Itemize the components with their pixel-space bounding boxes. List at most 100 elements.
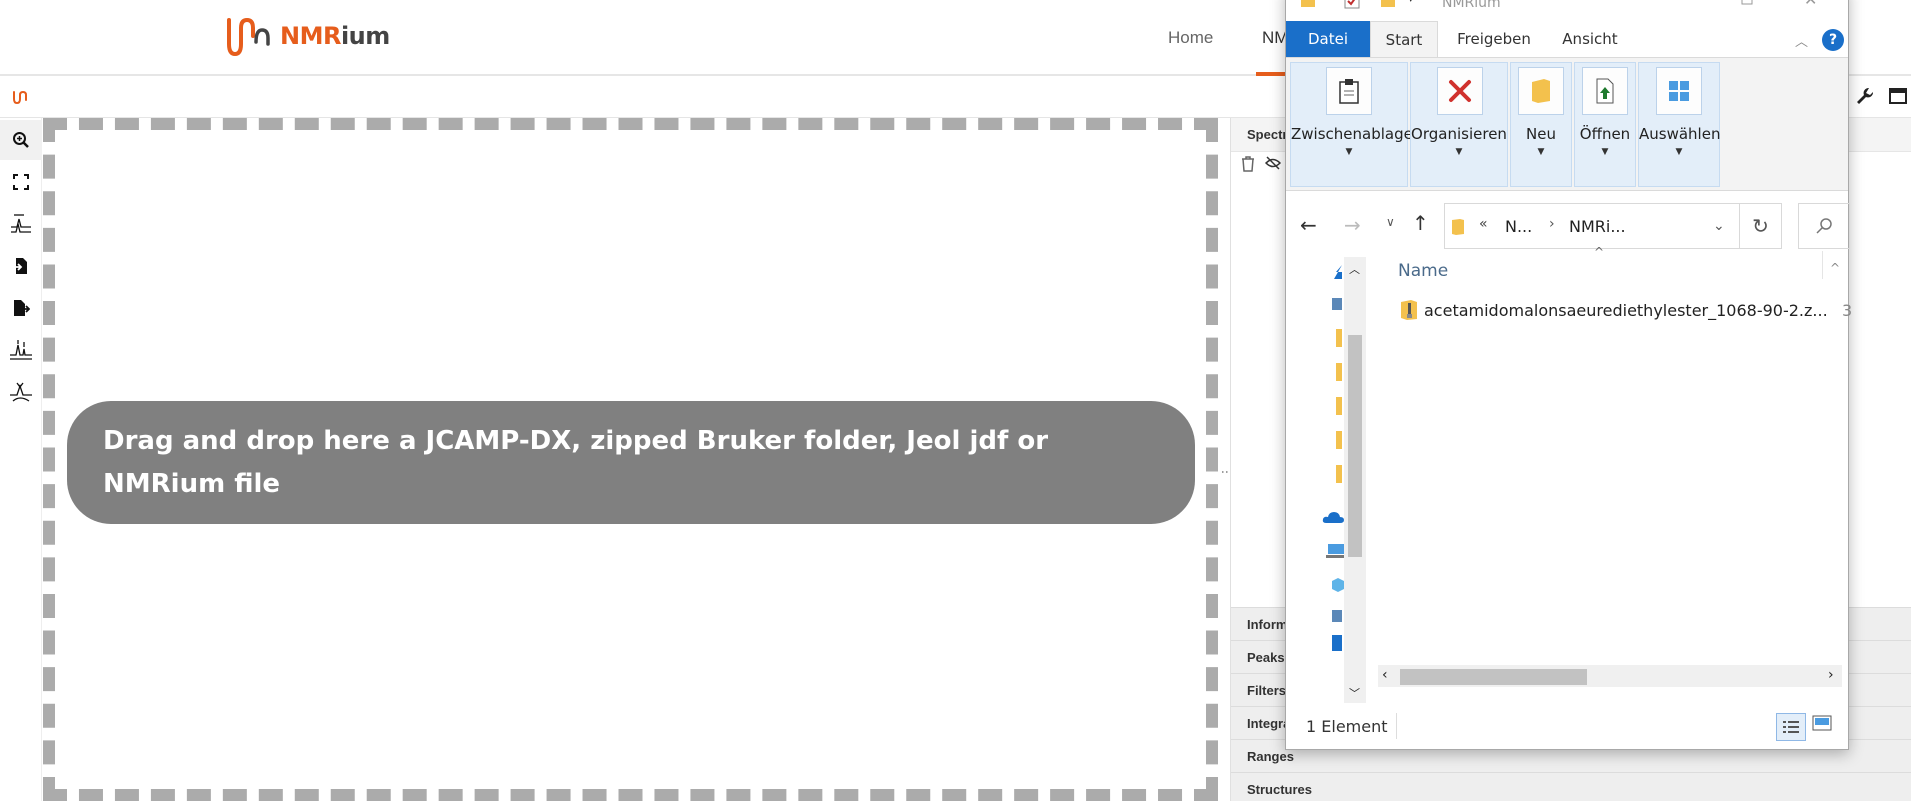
hide-icon[interactable] <box>1264 156 1282 177</box>
properties-icon[interactable] <box>1344 0 1360 13</box>
peak-picking-icon[interactable] <box>0 330 42 370</box>
close-icon[interactable]: ✕ <box>1804 0 1817 9</box>
tab-ansicht[interactable]: Ansicht <box>1550 21 1630 57</box>
clipboard-group[interactable]: Zwischenablage ▼ <box>1290 62 1413 187</box>
folder-icon <box>1300 0 1316 12</box>
status-divider <box>1396 713 1397 739</box>
nmrium-small-logo-icon[interactable] <box>12 88 30 111</box>
spectra-panel-toolbar <box>1241 156 1282 177</box>
minimize-icon[interactable] <box>1740 0 1754 10</box>
breadcrumb-item[interactable]: NMRi... <box>1569 217 1626 236</box>
details-view-icon[interactable] <box>1776 713 1806 741</box>
search-icon <box>1816 218 1832 234</box>
sort-indicator-icon: ^ <box>1594 245 1605 259</box>
folder-icon[interactable] <box>1336 329 1342 351</box>
column-header-next[interactable]: ^ <box>1830 261 1840 275</box>
scroll-left-icon[interactable]: ‹ <box>1382 667 1388 683</box>
open-group[interactable]: Öffnen ▼ <box>1574 62 1636 187</box>
3d-objects-icon[interactable] <box>1332 577 1344 596</box>
refresh-icon[interactable]: ↻ <box>1740 203 1782 249</box>
item-count: 1 Element <box>1306 717 1388 736</box>
brand-name: NMRium <box>280 22 390 50</box>
ribbon-tabs: Datei Start Freigeben Ansicht ︿ ? <box>1286 21 1848 57</box>
drop-zone-message: Drag and drop here a JCAMP-DX, zipped Br… <box>67 401 1195 524</box>
address-overflow[interactable]: « <box>1479 216 1488 232</box>
export-icon[interactable] <box>0 288 42 328</box>
select-all-icon <box>1656 67 1702 115</box>
explorer-title-bar[interactable]: ▾ NMRium ✕ <box>1286 0 1848 21</box>
file-list-scrollbar[interactable]: ‹ › <box>1378 665 1842 687</box>
file-explorer-window[interactable]: ▾ NMRium ✕ Datei Start Freigeben Ansicht… <box>1285 0 1852 750</box>
organize-label: Organisieren <box>1411 125 1507 143</box>
file-row[interactable]: acetamidomalonsaeurediethylester_1068-90… <box>1390 297 1852 325</box>
tab-freigeben[interactable]: Freigeben <box>1444 21 1544 57</box>
status-bar: 1 Element <box>1286 705 1848 749</box>
import-icon[interactable] <box>0 246 42 286</box>
breadcrumb-separator-icon: › <box>1549 216 1555 232</box>
chevron-down-icon: ▼ <box>1537 147 1545 157</box>
back-icon[interactable]: ← <box>1300 213 1317 237</box>
recent-locations-icon[interactable]: ∨ <box>1386 215 1395 229</box>
chevron-down-icon: ▼ <box>1601 147 1609 157</box>
trash-icon[interactable] <box>1241 156 1255 177</box>
zoom-icon[interactable] <box>0 120 42 160</box>
new-folder-large-icon <box>1518 67 1564 115</box>
help-icon[interactable]: ? <box>1822 29 1844 51</box>
structures-panel-header[interactable]: Structures <box>1231 772 1911 801</box>
up-icon[interactable]: ↑ <box>1412 211 1429 235</box>
search-input[interactable] <box>1798 203 1850 249</box>
folder-icon[interactable] <box>1336 465 1342 487</box>
quick-access-icon[interactable] <box>1332 263 1342 285</box>
select-label: Auswählen <box>1639 125 1721 143</box>
desktop-icon[interactable] <box>1332 607 1342 626</box>
folder-icon <box>1451 218 1465 240</box>
ribbon-start: Zwischenablage ▼ Organisieren ▼ Neu ▼ Öf… <box>1286 57 1848 191</box>
column-divider[interactable] <box>1822 251 1823 279</box>
scroll-right-icon[interactable]: › <box>1828 667 1834 683</box>
forward-icon[interactable]: → <box>1344 213 1361 237</box>
breadcrumb-item[interactable]: N... <box>1505 217 1532 236</box>
file-list-scroll-thumb[interactable] <box>1400 669 1587 685</box>
clipboard-label: Zwischenablage <box>1291 125 1413 143</box>
nav-home-link[interactable]: Home <box>1168 0 1213 76</box>
folder-icon[interactable] <box>1336 431 1342 453</box>
file-name[interactable]: acetamidomalonsaeurediethylester_1068-90… <box>1424 301 1828 320</box>
folder-icon[interactable] <box>1336 363 1342 385</box>
address-field[interactable]: « N... › NMRi... ⌄ <box>1444 203 1740 249</box>
onedrive-icon[interactable] <box>1322 509 1344 528</box>
chevron-down-icon[interactable]: ⌄ <box>1713 218 1725 234</box>
select-group[interactable]: Auswählen ▼ <box>1638 62 1720 187</box>
documents-icon[interactable] <box>1332 635 1342 655</box>
new-label: Neu <box>1526 125 1556 143</box>
this-pc-icon[interactable] <box>1326 543 1344 563</box>
tab-datei[interactable]: Datei <box>1286 21 1370 57</box>
open-properties-icon <box>1582 67 1628 115</box>
desktop-icon[interactable] <box>1332 297 1342 316</box>
wrench-icon[interactable] <box>1855 86 1875 111</box>
column-header-name[interactable]: Name <box>1398 261 1448 281</box>
organize-group[interactable]: Organisieren ▼ <box>1410 62 1508 187</box>
delete-x-icon <box>1437 67 1483 115</box>
folder-icon[interactable] <box>1336 397 1342 419</box>
tab-start[interactable]: Start <box>1370 21 1438 57</box>
explorer-title: NMRium <box>1442 0 1501 11</box>
collapse-ribbon-icon[interactable]: ︿ <box>1795 31 1808 50</box>
scroll-up-icon[interactable]: ︿ <box>1349 261 1360 277</box>
baseline-icon[interactable] <box>0 372 42 412</box>
open-label: Öffnen <box>1579 125 1631 143</box>
chevron-down-icon: ▼ <box>1675 147 1683 157</box>
chevron-down-icon: ▼ <box>1345 147 1353 157</box>
full-view-icon[interactable] <box>0 162 42 202</box>
new-folder-icon[interactable] <box>1380 0 1396 12</box>
spectra-stack-icon[interactable] <box>0 204 42 244</box>
nmrium-logo-icon <box>227 17 270 57</box>
quick-access-dropdown-icon[interactable]: ▾ <box>1408 0 1414 5</box>
fullscreen-icon[interactable] <box>1888 86 1908 111</box>
nav-pane-scroll-thumb[interactable] <box>1348 335 1362 557</box>
large-icons-view-icon[interactable] <box>1812 715 1832 735</box>
new-group[interactable]: Neu ▼ <box>1510 62 1572 187</box>
zip-folder-icon <box>1400 299 1418 325</box>
nav-pane-scrollbar[interactable]: ︿ ﹀ <box>1344 257 1366 703</box>
nmrium-logo[interactable]: NMRium <box>226 14 390 58</box>
scroll-down-icon[interactable]: ﹀ <box>1349 685 1360 701</box>
